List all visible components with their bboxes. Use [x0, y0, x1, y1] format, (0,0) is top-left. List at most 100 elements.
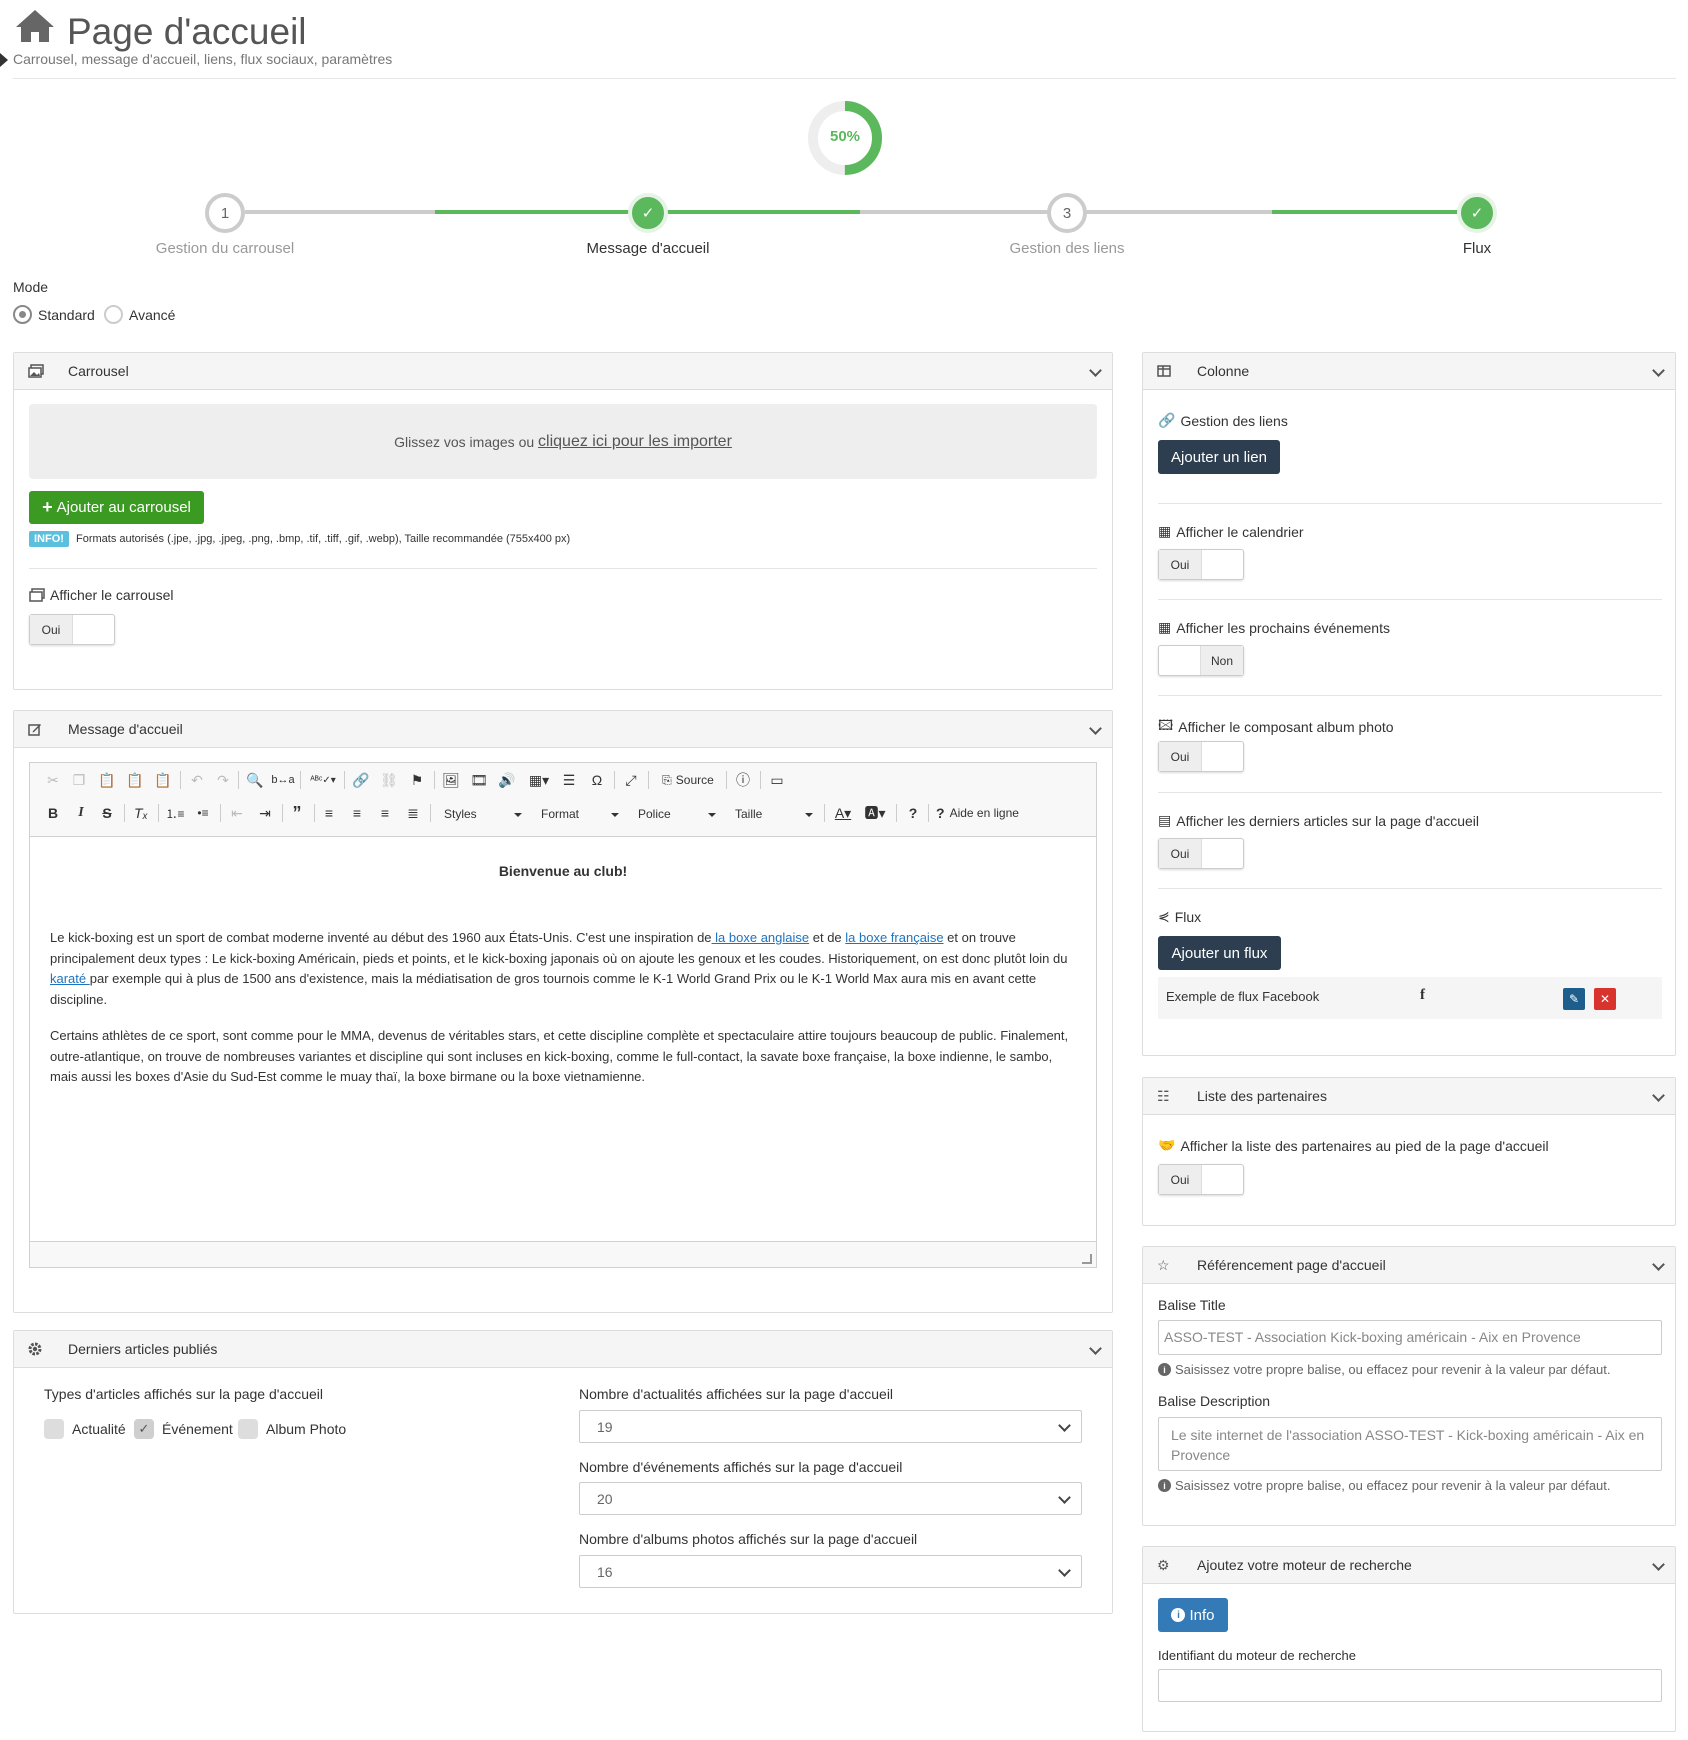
size-dropdown[interactable]: Taille	[735, 807, 813, 821]
type-evenement-checkbox[interactable]: ✓ Événement	[134, 1419, 233, 1439]
outdent-icon[interactable]: ⇤	[228, 804, 246, 822]
albums-count-select[interactable]: 16	[579, 1555, 1082, 1588]
align-right-icon[interactable]: ≡	[376, 804, 394, 822]
chevron-down-icon[interactable]	[1089, 364, 1102, 377]
table-icon[interactable]: ▦▾	[526, 771, 552, 789]
events-count-select[interactable]: 20	[579, 1482, 1082, 1515]
mode-advanced-radio[interactable]: Avancé	[104, 305, 175, 324]
source-button[interactable]: ⎘ Source	[656, 771, 720, 789]
welcome-paragraph-2[interactable]: Certains athlètes de ce sport, sont comm…	[50, 1026, 1076, 1088]
desc-tag-textarea[interactable]: Le site internet de l'association ASSO-T…	[1158, 1417, 1662, 1471]
step-1-circle[interactable]: 1	[205, 193, 245, 233]
italic-icon[interactable]: I	[72, 804, 90, 822]
remove-format-icon[interactable]: Tₓ	[132, 804, 150, 822]
step-3-label[interactable]: Gestion des liens	[937, 240, 1197, 257]
bulleted-list-icon[interactable]: •≡	[194, 804, 212, 822]
articles-toggle[interactable]: Oui	[1158, 838, 1244, 869]
chevron-down-icon[interactable]	[1652, 1558, 1665, 1571]
accessibility-icon[interactable]: ⓘ	[734, 771, 752, 789]
step-4-circle[interactable]: ✓	[1457, 193, 1497, 233]
text-color-icon[interactable]: A▾	[830, 804, 856, 822]
online-help-button[interactable]: ? Aide en ligne	[936, 804, 1036, 822]
paste-text-icon[interactable]: 📋	[126, 771, 144, 789]
boxe-francaise-link[interactable]: la boxe française	[845, 930, 943, 945]
paste-icon[interactable]: 📋	[98, 771, 116, 789]
info-button[interactable]: i Info	[1158, 1598, 1228, 1632]
replace-icon[interactable]: b↔a	[271, 771, 294, 789]
events-toggle[interactable]: Non	[1158, 645, 1244, 676]
delete-flux-button[interactable]: ✕	[1594, 988, 1616, 1010]
keyboard-icon[interactable]: ▭	[768, 771, 786, 789]
chevron-down-icon[interactable]	[1089, 722, 1102, 735]
show-carousel-toggle[interactable]: Oui	[29, 614, 115, 645]
seo-panel-header[interactable]: ☆ Référencement page d'accueil	[1143, 1247, 1675, 1284]
search-engine-id-input[interactable]	[1158, 1669, 1662, 1702]
step-4-label[interactable]: Flux	[1347, 240, 1607, 257]
horizontal-rule-icon[interactable]: ☰	[560, 771, 578, 789]
chevron-down-icon[interactable]	[1089, 1342, 1102, 1355]
news-count-select[interactable]: 19	[579, 1410, 1082, 1443]
chevron-down-icon[interactable]	[1652, 1258, 1665, 1271]
chevron-down-icon[interactable]	[1652, 364, 1665, 377]
resize-handle-icon[interactable]	[1082, 1254, 1092, 1264]
spellcheck-icon[interactable]: ᴬᴮᶜ✓▾	[310, 771, 336, 789]
special-char-icon[interactable]: Ω	[588, 771, 606, 789]
welcome-paragraph-1[interactable]: Le kick-boxing est un sport de combat mo…	[50, 928, 1076, 1010]
video-icon[interactable]: 🎞	[470, 771, 488, 789]
maximize-icon[interactable]: ⤢	[622, 771, 640, 789]
boxe-anglaise-link[interactable]: la boxe anglaise	[712, 930, 809, 945]
cut-icon[interactable]: ✂	[44, 771, 62, 789]
find-icon[interactable]: 🔍	[246, 771, 264, 789]
image-dropzone[interactable]: Glissez vos images ou cliquez ici pour l…	[29, 404, 1097, 479]
about-icon[interactable]: ?	[904, 804, 922, 822]
welcome-heading[interactable]: Bienvenue au club!	[50, 861, 1076, 882]
carousel-panel-header[interactable]: Carrousel	[14, 353, 1112, 390]
add-flux-button[interactable]: Ajouter un flux	[1158, 936, 1281, 970]
album-toggle[interactable]: Oui	[1158, 741, 1244, 772]
articles-panel-header[interactable]: Derniers articles publiés	[14, 1331, 1112, 1368]
step-3-circle[interactable]: 3	[1047, 193, 1087, 233]
align-center-icon[interactable]: ≡	[348, 804, 366, 822]
audio-icon[interactable]: 🔊	[498, 771, 516, 789]
type-album-checkbox[interactable]: Album Photo	[238, 1419, 346, 1439]
align-left-icon[interactable]: ≡	[320, 804, 338, 822]
title-tag-input[interactable]: ASSO-TEST - Association Kick-boxing amér…	[1158, 1320, 1662, 1355]
karate-link[interactable]: karaté	[50, 971, 90, 986]
unlink-icon[interactable]: ⛓	[380, 771, 398, 789]
numbered-list-icon[interactable]: ⒈≡	[166, 804, 185, 822]
search-engine-panel-header[interactable]: ⚙ Ajoutez votre moteur de recherche	[1143, 1547, 1675, 1584]
step-2-label[interactable]: Message d'accueil	[518, 240, 778, 257]
add-to-carousel-button[interactable]: + Ajouter au carrousel	[29, 491, 204, 524]
column-panel-header[interactable]: Colonne	[1143, 353, 1675, 390]
styles-dropdown[interactable]: Styles	[444, 807, 522, 821]
import-link[interactable]: cliquez ici pour les importer	[538, 433, 732, 451]
partners-toggle[interactable]: Oui	[1158, 1164, 1244, 1195]
anchor-flag-icon[interactable]: ⚑	[408, 771, 426, 789]
undo-icon[interactable]: ↶	[188, 771, 206, 789]
redo-icon[interactable]: ↷	[214, 771, 232, 789]
edit-flux-button[interactable]: ✎	[1563, 988, 1585, 1010]
chevron-down-icon[interactable]	[1652, 1089, 1665, 1102]
bold-icon[interactable]: B	[44, 804, 62, 822]
check-icon: ✓	[641, 205, 655, 222]
format-dropdown[interactable]: Format	[541, 807, 619, 821]
partners-panel-header[interactable]: ☷ Liste des partenaires	[1143, 1078, 1675, 1115]
indent-icon[interactable]: ⇥	[256, 804, 274, 822]
align-justify-icon[interactable]: ≣	[404, 804, 422, 822]
font-dropdown[interactable]: Police	[638, 807, 716, 821]
add-link-button[interactable]: Ajouter un lien	[1158, 440, 1280, 474]
step-1-label[interactable]: Gestion du carrousel	[95, 240, 355, 257]
link-icon[interactable]: 🔗	[352, 771, 370, 789]
paste-word-icon[interactable]: 📋	[154, 771, 172, 789]
image-icon[interactable]: 🖼	[442, 771, 460, 789]
mode-standard-radio[interactable]: Standard	[13, 305, 95, 324]
step-2-circle[interactable]: ✓	[628, 193, 668, 233]
strikethrough-icon[interactable]: S	[98, 804, 116, 822]
blockquote-icon[interactable]: ”	[288, 803, 306, 823]
welcome-panel-header[interactable]: Message d'accueil	[14, 711, 1112, 748]
copy-icon[interactable]: ❐	[70, 771, 88, 789]
calendar-toggle[interactable]: Oui	[1158, 549, 1244, 580]
calendar-label: ▦ Afficher le calendrier	[1158, 523, 1304, 540]
background-color-icon[interactable]: 🅰▾	[862, 804, 888, 822]
type-actualite-checkbox[interactable]: Actualité	[44, 1419, 126, 1439]
